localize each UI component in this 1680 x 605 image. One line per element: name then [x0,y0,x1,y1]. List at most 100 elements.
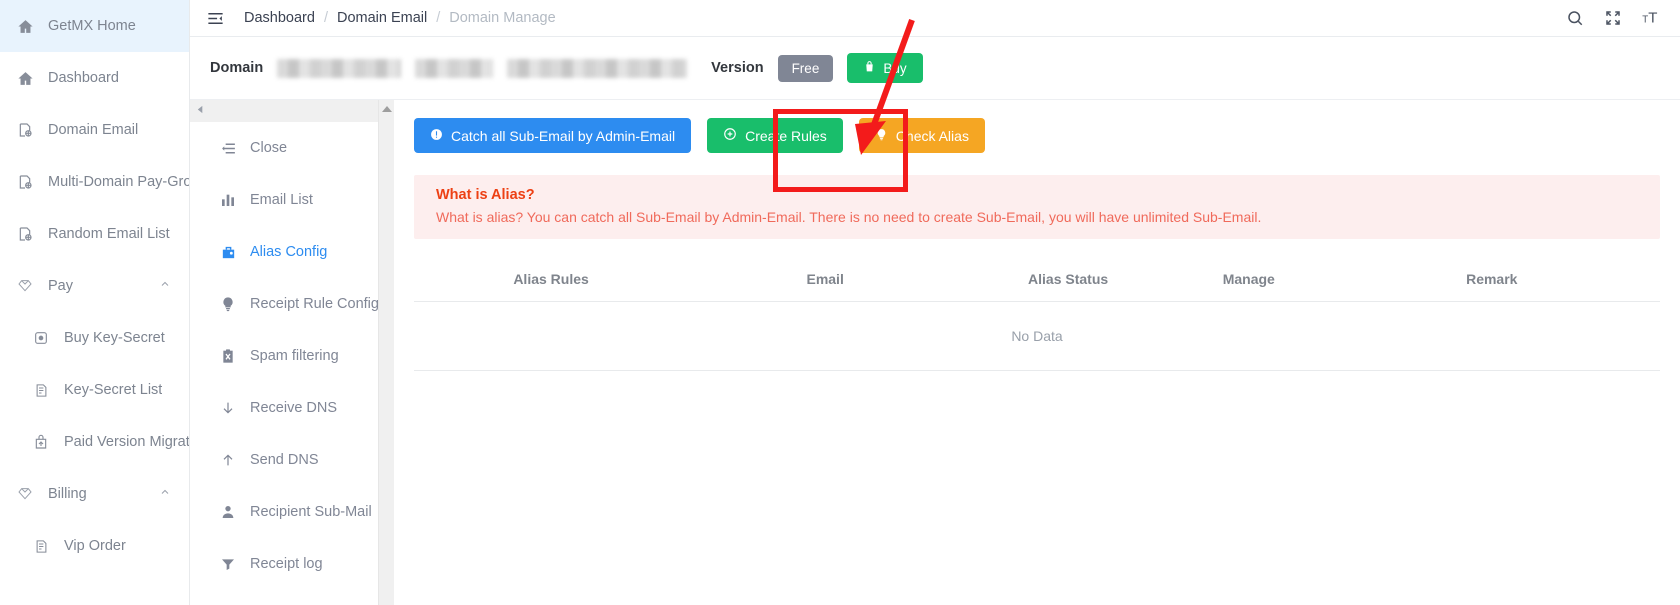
sidebar-item-random-email-list[interactable]: Random Email List [0,208,189,260]
chevron-up-icon [159,278,171,294]
table-empty-row: No Data [414,301,1660,371]
domain-tab-panel: Close Email List Alias Config Receipt Ru… [190,100,378,605]
buy-button-label: Buy [883,60,907,76]
tab-recipient-sub-mail[interactable]: Recipient Sub-Mail [190,486,378,538]
button-label: Check Alias [895,127,969,144]
bulb-icon [875,128,888,144]
sidebar-item-key-secret-list[interactable]: Key-Secret List [0,364,189,416]
clipboard-x-icon [218,348,238,364]
domain-value-redacted [277,58,402,78]
breadcrumb-item-dashboard[interactable]: Dashboard [244,10,315,26]
bar-chart-icon [218,192,238,208]
main-sidebar: GetMX Home Dashboard Domain Email Multi-… [0,0,190,605]
tab-alias-config[interactable]: Alias Config [190,226,378,278]
sidebar-item-domain-email[interactable]: Domain Email [0,104,189,156]
tab-spam-filtering[interactable]: Spam filtering [190,330,378,382]
domain-value-redacted [507,58,688,78]
top-header: Dashboard / Domain Email / Domain Manage… [190,0,1680,37]
tab-receipt-log[interactable]: Receipt log [190,538,378,590]
tab-close[interactable]: Close [190,122,378,174]
tab-label: Recipient Sub-Mail [250,504,372,520]
alias-config-content: Catch all Sub-Email by Admin-Email Creat… [394,100,1680,605]
breadcrumb-item-domain-manage: Domain Manage [449,10,556,26]
scroll-up-arrow-icon[interactable] [381,106,392,112]
plus-circle-icon [723,127,737,144]
sidebar-item-label: Domain Email [48,122,139,138]
list-icon [30,535,52,557]
table-body: No Data [414,301,1660,371]
button-label: Create Rules [745,127,827,144]
no-data-text: No Data [414,301,1660,371]
version-badge-free[interactable]: Free [777,54,834,82]
filter-icon [218,556,238,572]
fullscreen-icon[interactable] [1604,9,1622,27]
body-row: Close Email List Alias Config Receipt Ru… [190,100,1680,605]
action-button-row: Catch all Sub-Email by Admin-Email Creat… [394,118,1680,153]
sidebar-item-paid-version-migration[interactable]: Paid Version Migration [0,416,189,468]
arrow-down-icon [218,400,238,416]
sidebar-group-pay[interactable]: Pay [0,260,189,312]
sidebar-item-multi-domain-pay-group[interactable]: Multi-Domain Pay-Group [0,156,189,208]
catch-all-sub-email-button[interactable]: Catch all Sub-Email by Admin-Email [414,118,692,153]
breadcrumb: Dashboard / Domain Email / Domain Manage [244,10,556,26]
tab-label: Alias Config [250,244,328,260]
app-root: GetMX Home Dashboard Domain Email Multi-… [0,0,1680,605]
font-size-icon[interactable]: TT [1642,9,1662,27]
tab-label: Email List [250,192,313,208]
tab-label: Receipt Rule Config [250,296,378,312]
column-header-remark: Remark [1323,259,1660,302]
list-icon [30,379,52,401]
chevron-up-icon [159,486,171,502]
sidebar-item-label: GetMX Home [48,18,136,34]
column-header-alias-rules: Alias Rules [414,259,689,302]
caret-left-icon [196,105,205,117]
briefcase-icon [218,244,238,261]
top-header-actions: TT [1566,9,1662,27]
upload-bag-icon [30,431,52,453]
breadcrumb-separator: / [436,10,441,26]
domain-bar: Domain Version Free Buy [190,37,1680,100]
version-label: Version [711,60,764,76]
home-icon [14,15,36,37]
sidebar-item-label: Paid Version Migration [64,434,189,450]
tab-receipt-rule-config[interactable]: Receipt Rule Config [190,278,378,330]
sidebar-item-dashboard[interactable]: Dashboard [0,52,189,104]
tab-label: Receipt log [250,556,323,572]
sidebar-item-label: Dashboard [48,70,119,86]
svg-text:T: T [1642,15,1648,26]
sidebar-group-label: Billing [48,486,87,502]
sidebar-item-vip-order[interactable]: Vip Order [0,520,189,572]
alert-title: What is Alias? [436,187,535,203]
table-header-row: Alias Rules Email Alias Status Manage Re… [414,259,1660,302]
bulb-icon [218,296,238,312]
sidebar-item-getmx-home[interactable]: GetMX Home [0,0,189,52]
buy-button[interactable]: Buy [847,53,923,83]
column-header-email: Email [688,259,963,302]
table-head: Alias Rules Email Alias Status Manage Re… [414,259,1660,302]
arrow-up-icon [218,452,238,468]
tab-panel-scrollbar[interactable] [378,100,394,605]
check-alias-button[interactable]: Check Alias [858,118,985,153]
tab-panel-collapse-button[interactable] [190,100,378,122]
breadcrumb-item-domain-email[interactable]: Domain Email [337,10,427,26]
sidebar-item-label: Buy Key-Secret [64,330,165,346]
tab-email-list[interactable]: Email List [190,174,378,226]
tab-send-dns[interactable]: Send DNS [190,434,378,486]
sidebar-group-billing[interactable]: Billing [0,468,189,520]
create-rules-button[interactable]: Create Rules [707,118,843,153]
sidebar-item-label: Multi-Domain Pay-Group [48,174,189,190]
column-header-alias-status: Alias Status [962,259,1175,302]
column-header-manage: Manage [1174,259,1324,302]
info-circle-icon [430,128,443,144]
sidebar-item-buy-key-secret[interactable]: Buy Key-Secret [0,312,189,364]
breadcrumb-separator: / [323,10,328,26]
svg-text:T: T [1648,10,1657,27]
sidebar-item-label: Random Email List [48,226,170,242]
sidebar-item-label: Vip Order [64,538,126,554]
tab-receive-dns[interactable]: Receive DNS [190,382,378,434]
hamburger-collapse-icon[interactable] [204,7,226,29]
diamond-icon [14,275,36,297]
alias-table: Alias Rules Email Alias Status Manage Re… [414,259,1660,371]
domain-icon [14,119,36,141]
search-icon[interactable] [1566,9,1584,27]
